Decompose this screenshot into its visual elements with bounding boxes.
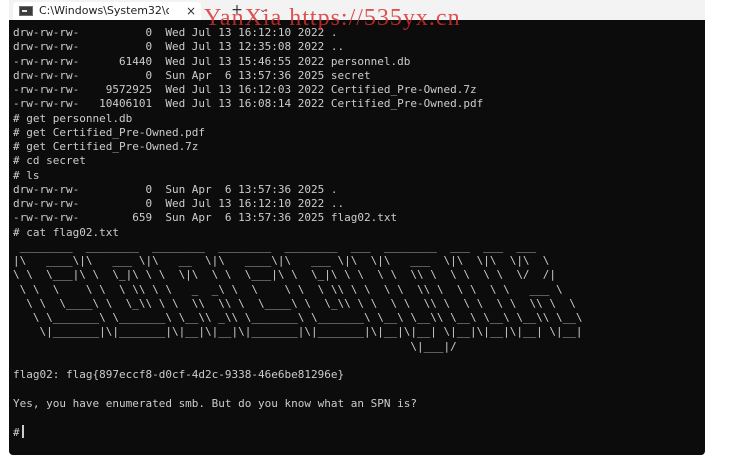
ascii-art-line: \|___|/ [13, 339, 457, 353]
tab-cmd[interactable]: C:\Windows\System32\cmd.e × [13, 2, 201, 20]
ascii-art-line: \|_______|\|_______|\|__|\|__|\|_______|… [13, 325, 583, 339]
console-line: Yes, you have enumerated smb. But do you… [13, 396, 417, 410]
console-line: drw-rw-rw- 0 Wed Jul 13 12:35:08 2022 .. [13, 40, 345, 54]
chevron-down-icon[interactable]: ⌄ [255, 0, 271, 20]
prompt: # [13, 426, 20, 439]
console-line: # get Certified_Pre-Owned.7z [13, 140, 199, 153]
console-line: -rw-rw-rw- 61440 Wed Jul 13 15:46:55 202… [13, 54, 411, 68]
terminal-window: C:\Windows\System32\cmd.e × + ⌄ YanXia h… [9, 0, 705, 455]
console-line: drw-rw-rw- 0 Sun Apr 6 13:57:36 2025 . [13, 182, 338, 196]
ascii-art-line: ________ ________ ________ ________ ____… [13, 239, 537, 253]
prompt-line[interactable]: # [13, 425, 701, 439]
ascii-art-line: |\ ____\|\ ___ \|\ __ \|\ ____\|\ ___ \|… [13, 254, 550, 267]
console-line: # cd secret [13, 154, 86, 168]
console-line: -rw-rw-rw- 9572925 Wed Jul 13 16:12:03 2… [13, 83, 477, 96]
close-icon[interactable]: × [183, 2, 199, 20]
cmd-terminal-icon [19, 6, 33, 16]
ascii-art-line: \ \ \___|\ \ \_|\ \ \ \|\ \ \ \___|\ \ \… [13, 268, 557, 282]
console-line: drw-rw-rw- 0 Wed Jul 13 16:12:10 2022 .. [13, 197, 345, 210]
console-line: # cat flag02.txt [13, 225, 119, 239]
flag-line: flag02: flag{897eccf8-d0cf-4d2c-9338-46e… [13, 368, 345, 381]
ascii-art-line: \ \ \ \ \ \ \\ \ \ _ _\ \ \ \ \ \ \\ \ \… [13, 282, 563, 296]
console-line: # ls [13, 168, 40, 182]
console-line: drw-rw-rw- 0 Sun Apr 6 13:57:36 2025 sec… [13, 68, 371, 82]
console-line: # get personnel.db [13, 111, 133, 125]
tab-bar: C:\Windows\System32\cmd.e × + ⌄ [9, 0, 705, 20]
console-line: drw-rw-rw- 0 Wed Jul 13 16:12:10 2022 . [13, 26, 338, 39]
console-line: -rw-rw-rw- 659 Sun Apr 6 13:57:36 2025 f… [13, 211, 398, 225]
console-line: -rw-rw-rw- 10406101 Wed Jul 13 16:08:14 … [13, 97, 484, 111]
ascii-art-line: \ \_______\ \_______\ \__\\ _\\ \_______… [13, 311, 583, 324]
console-line: # get Certified_Pre-Owned.pdf [13, 125, 206, 139]
new-tab-button[interactable]: + [229, 0, 245, 20]
console-output[interactable]: drw-rw-rw- 0 Wed Jul 13 16:12:10 2022 . … [13, 26, 701, 451]
ascii-art-line: \ \ \____\ \ \_\\ \ \ \\ \\ \ \____\ \ \… [13, 296, 576, 310]
text-cursor [21, 425, 24, 438]
tab-title: C:\Windows\System32\cmd.e [39, 4, 169, 17]
